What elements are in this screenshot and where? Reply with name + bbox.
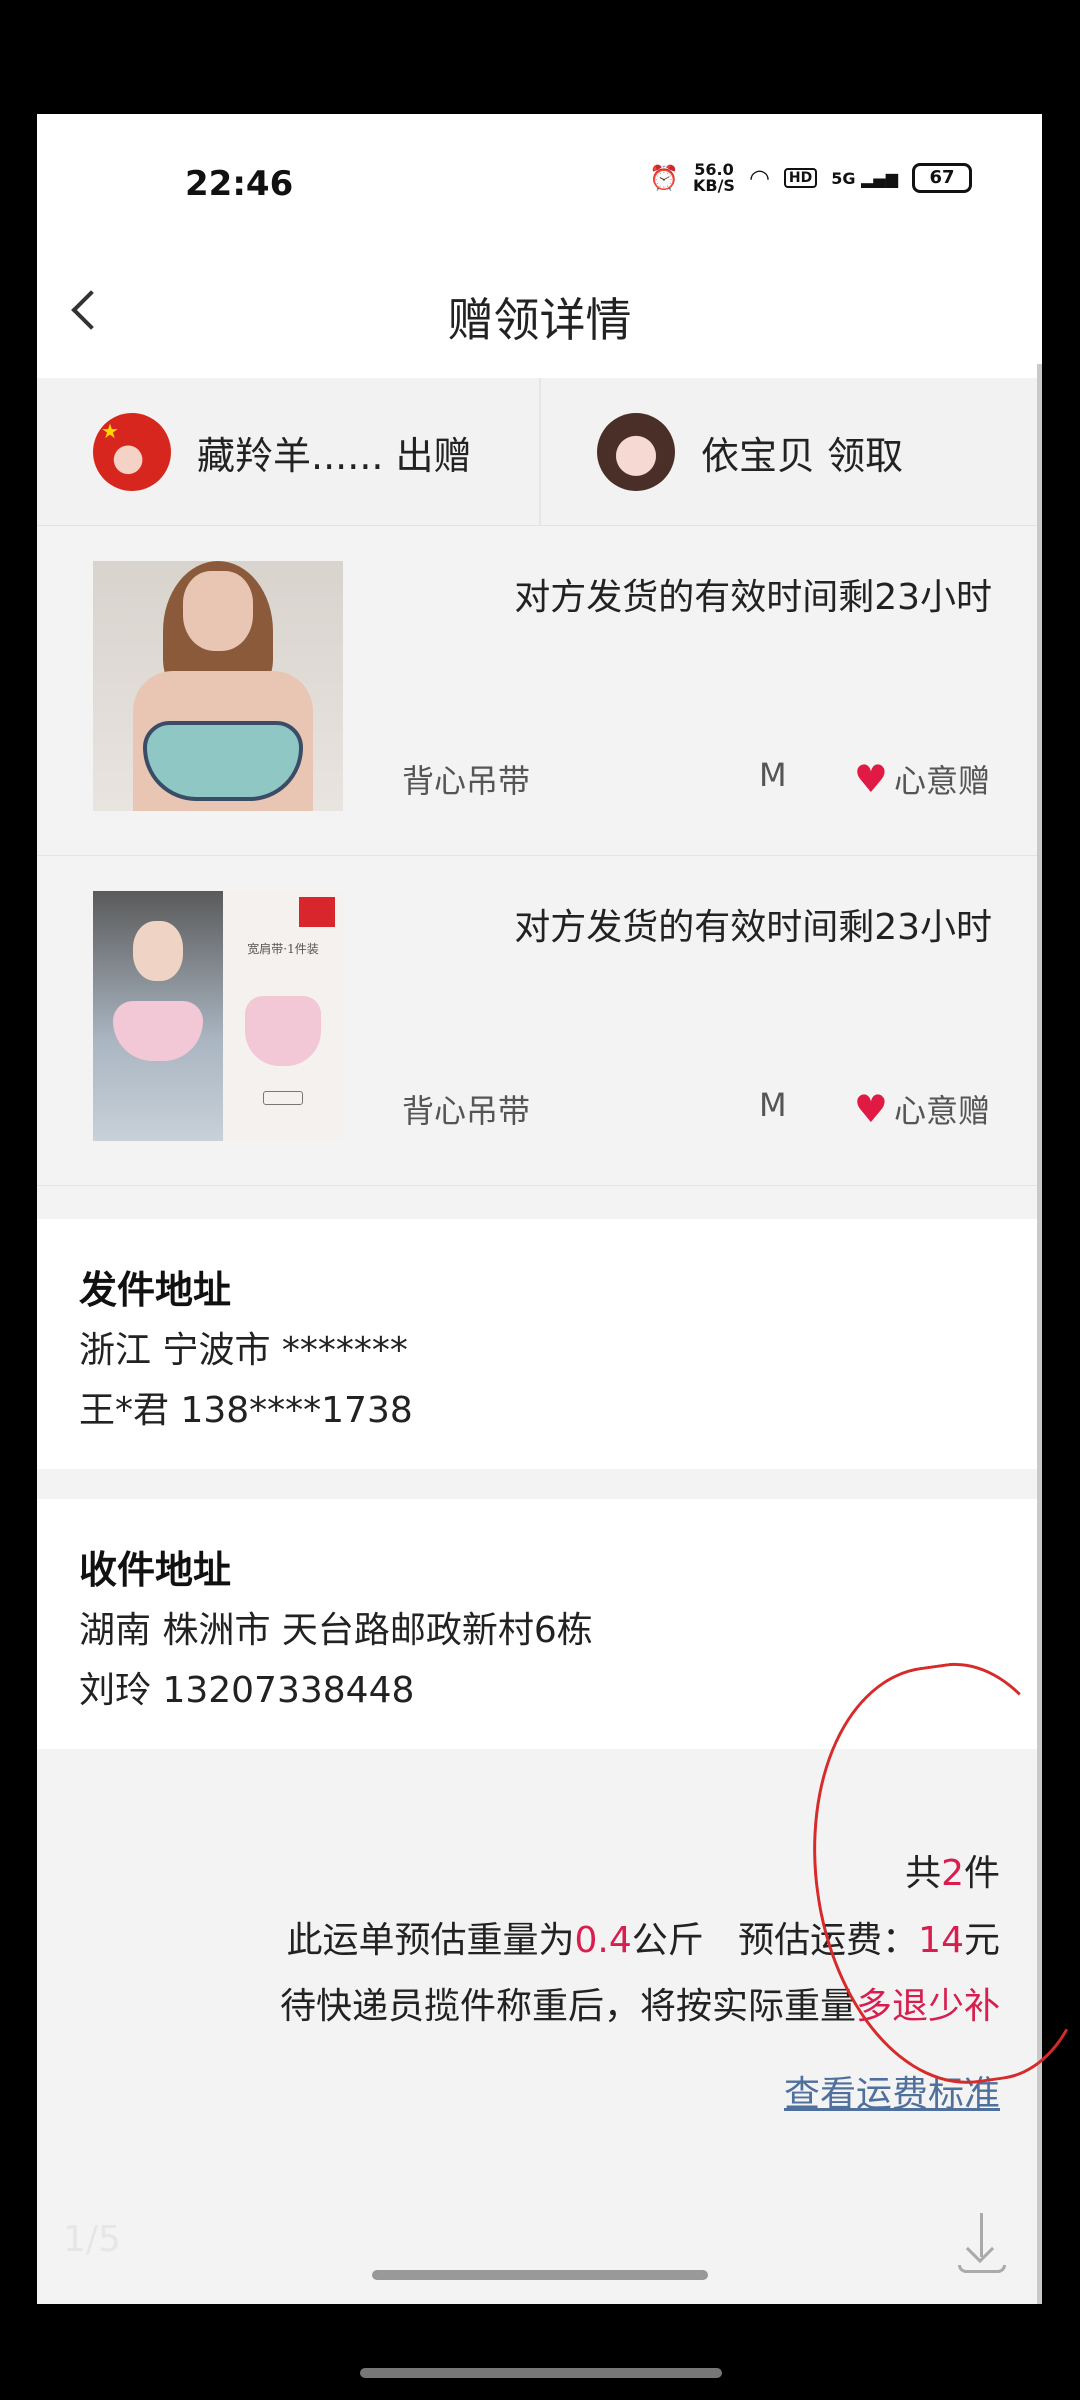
- network-speed: 56.0 KB/S: [692, 160, 735, 195]
- sender-address-title: 发件地址: [79, 1268, 232, 1312]
- giver-avatar: ★: [93, 413, 171, 491]
- status-icons: ⏰ 56.0 KB/S ◠ HD 5G ▂▄▆ 67: [649, 162, 972, 194]
- item-name: 背心吊带: [402, 762, 531, 800]
- sender-address-card: 发件地址 浙江 宁波市 ******* 王*君 138****1738: [37, 1219, 1042, 1469]
- header-bar: 赠领详情: [37, 242, 1042, 378]
- shipping-deadline: 对方发货的有效时间剩23小时: [514, 577, 992, 618]
- alarm-icon: ⏰: [649, 164, 679, 192]
- item-size: M: [759, 1086, 787, 1124]
- item-size: M: [759, 756, 787, 794]
- product-image: [93, 561, 343, 811]
- gift-tag: ♥ 心意赠: [853, 1087, 990, 1131]
- receiver-info[interactable]: 依宝贝 领取: [597, 378, 903, 526]
- system-home-indicator[interactable]: [360, 2368, 722, 2378]
- home-indicator[interactable]: [372, 2270, 708, 2280]
- giver-name: 藏羚羊...... 出赠: [197, 433, 472, 478]
- divider: [539, 378, 541, 526]
- receiver-avatar: [597, 413, 675, 491]
- sender-contact: 王*君 138****1738: [79, 1390, 413, 1431]
- status-bar: 22:46 ⏰ 56.0 KB/S ◠ HD 5G ▂▄▆ 67: [37, 114, 1042, 242]
- list-item[interactable]: 对方发货的有效时间剩23小时 背心吊带 M ♥ 心意赠: [37, 526, 1042, 856]
- download-icon[interactable]: [952, 2209, 1012, 2279]
- gift-tag: ♥ 心意赠: [853, 757, 990, 801]
- giver-info[interactable]: ★ 藏羚羊...... 出赠: [93, 378, 472, 526]
- receiver-address-title: 收件地址: [79, 1548, 232, 1592]
- receiver-contact: 刘玲 13207338448: [79, 1670, 415, 1711]
- product-image-text: 宽肩带·1件装: [247, 942, 319, 956]
- heart-icon: ♥: [853, 757, 888, 801]
- signal-icon: 5G ▂▄▆: [831, 168, 898, 188]
- brand-logo: [299, 897, 335, 927]
- status-time: 22:46: [185, 164, 294, 204]
- shipping-deadline: 对方发货的有效时间剩23小时: [514, 907, 992, 948]
- sender-address-region: 浙江 宁波市 *******: [79, 1330, 408, 1371]
- hd-badge: HD: [783, 168, 818, 188]
- star-icon: ★: [101, 419, 119, 443]
- page-indicator: 1/5: [63, 2219, 121, 2260]
- gift-parties: ★ 藏羚羊...... 出赠 依宝贝 领取: [37, 378, 1042, 526]
- page-title: 赠领详情: [447, 293, 632, 347]
- list-item[interactable]: 宽肩带·1件装 对方发货的有效时间剩23小时 背心吊带 M ♥ 心意赠: [37, 856, 1042, 1186]
- receiver-name: 依宝贝 领取: [701, 433, 904, 478]
- item-name: 背心吊带: [402, 1092, 531, 1130]
- battery-icon: 67: [912, 163, 972, 193]
- heart-icon: ♥: [853, 1087, 888, 1131]
- wifi-icon: ◠: [748, 164, 770, 192]
- product-image: 宽肩带·1件装: [93, 891, 343, 1141]
- receiver-address-region: 湖南 株洲市 天台路邮政新村6栋: [79, 1610, 593, 1651]
